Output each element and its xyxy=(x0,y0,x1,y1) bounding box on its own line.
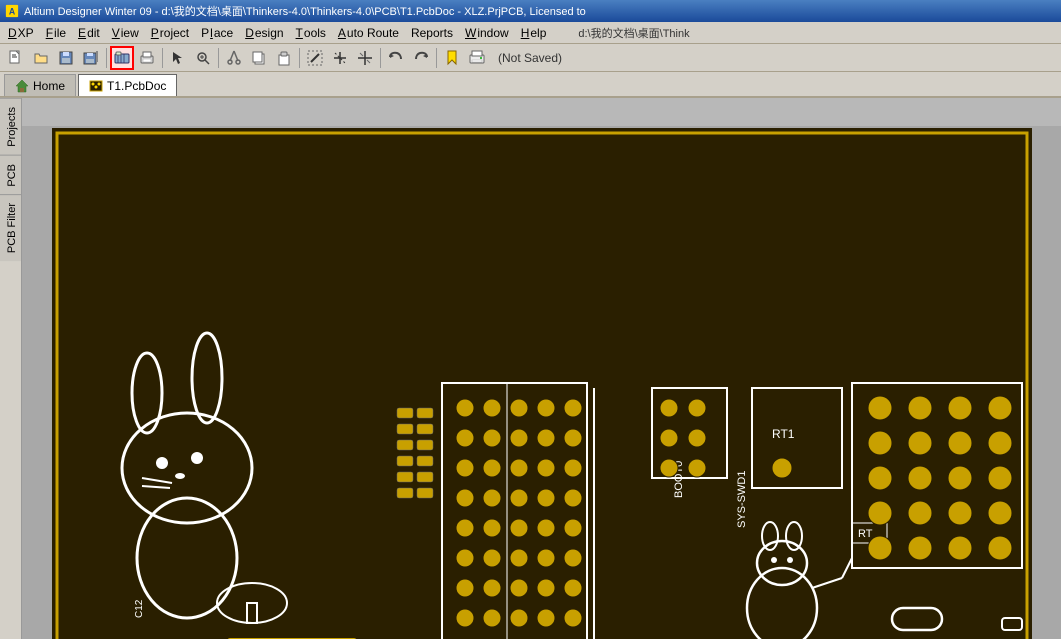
save-button[interactable] xyxy=(54,46,78,70)
copy-button[interactable] xyxy=(247,46,271,70)
place-cross-button[interactable] xyxy=(328,46,352,70)
app-icon: A xyxy=(4,3,20,19)
zoom-button[interactable] xyxy=(191,46,215,70)
place-line-button[interactable] xyxy=(303,46,327,70)
pcb-filter-panel-tab[interactable]: PCB Filter xyxy=(0,194,21,261)
menu-window[interactable]: Window xyxy=(459,24,515,42)
toolbar-sep-1 xyxy=(106,48,107,68)
home-icon xyxy=(15,79,29,93)
main-area: Projects PCB PCB Filter xyxy=(0,98,1061,639)
bookmark-button[interactable] xyxy=(440,46,464,70)
menu-autoroute[interactable]: Auto Route xyxy=(332,24,405,42)
toolbar-sep-6 xyxy=(436,48,437,68)
print2-button[interactable] xyxy=(465,46,489,70)
svg-text:A: A xyxy=(9,7,16,17)
svg-text:SYS-SWD1: SYS-SWD1 xyxy=(736,471,748,528)
toolbar-sep-3 xyxy=(218,48,219,68)
pcb-rules-button[interactable] xyxy=(110,46,134,70)
tab-pcbdoc-label: T1.PcbDoc xyxy=(107,79,166,93)
menu-tools[interactable]: Tools xyxy=(290,24,332,42)
toolbar-sep-5 xyxy=(380,48,381,68)
side-panels: Projects PCB PCB Filter xyxy=(0,98,22,639)
undo-button[interactable] xyxy=(384,46,408,70)
title-bar: A Altium Designer Winter 09 - d:\我的文档\桌面… xyxy=(0,0,1061,22)
projects-panel-tab[interactable]: Projects xyxy=(0,98,21,155)
pcb-svg: C12 xyxy=(52,128,1032,639)
menu-edit[interactable]: Edit xyxy=(72,24,106,42)
pcb-icon xyxy=(89,79,103,93)
pcb-board[interactable]: C12 xyxy=(52,128,1032,639)
save-all-button[interactable] xyxy=(79,46,103,70)
toolbar-sep-4 xyxy=(299,48,300,68)
svg-text:C12: C12 xyxy=(134,599,145,618)
menu-help[interactable]: Help xyxy=(515,24,553,42)
pcb-panel-tab[interactable]: PCB xyxy=(0,155,21,195)
menu-design[interactable]: Design xyxy=(239,24,289,42)
menu-project[interactable]: Project xyxy=(145,24,195,42)
tab-bar: Home T1.PcbDoc xyxy=(0,72,1061,98)
svg-text:RT1: RT1 xyxy=(772,427,795,441)
tab-pcbdoc[interactable]: T1.PcbDoc xyxy=(78,74,177,96)
svg-text:RT: RT xyxy=(858,528,873,540)
toolbar-sep-2 xyxy=(162,48,163,68)
paste-button[interactable] xyxy=(272,46,296,70)
menu-dxp[interactable]: DXP xyxy=(2,24,40,42)
cut-button[interactable] xyxy=(222,46,246,70)
tab-home[interactable]: Home xyxy=(4,74,76,96)
menu-place[interactable]: Place xyxy=(195,24,239,42)
print-button[interactable] xyxy=(135,46,159,70)
menu-path: d:\我的文档\桌面\Think xyxy=(572,23,695,43)
cross-cursor-button[interactable] xyxy=(353,46,377,70)
title-text: Altium Designer Winter 09 - d:\我的文档\桌面\T… xyxy=(24,3,586,19)
toolbar: (Not Saved) xyxy=(0,44,1061,72)
select-button[interactable] xyxy=(166,46,190,70)
new-button[interactable] xyxy=(4,46,28,70)
tab-home-label: Home xyxy=(33,79,65,93)
redo-button[interactable] xyxy=(409,46,433,70)
menu-file[interactable]: File xyxy=(40,24,72,42)
open-button[interactable] xyxy=(29,46,53,70)
menu-bar: DXP File Edit View Project Place Design … xyxy=(0,22,1061,44)
pcb-canvas[interactable]: C12 xyxy=(22,98,1061,639)
menu-reports[interactable]: Reports xyxy=(405,24,459,42)
menu-view[interactable]: View xyxy=(106,24,145,42)
not-saved-status: (Not Saved) xyxy=(498,51,562,65)
